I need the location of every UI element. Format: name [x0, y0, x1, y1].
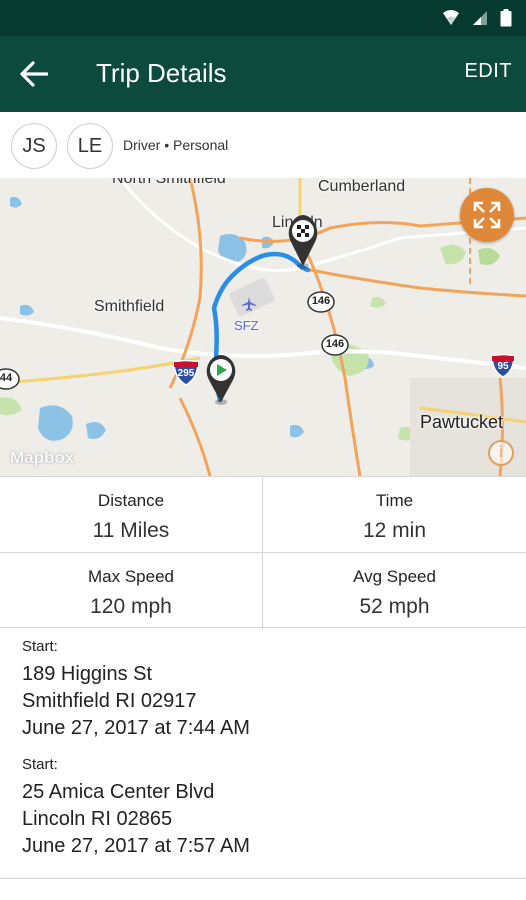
address-street: 189 Higgins St [22, 663, 153, 685]
trip-meta: Driver • Personal [123, 137, 229, 153]
map-label-cumberland: Cumberland [318, 178, 406, 195]
map-label-smithfield: Smithfield [94, 298, 165, 315]
map-label-sfz: SFZ [234, 318, 259, 333]
back-button[interactable] [14, 54, 54, 94]
stat-value: 11 Miles [92, 519, 170, 542]
avatar-le[interactable]: LE [67, 123, 113, 169]
signal-icon [473, 11, 487, 25]
route-44-label: 44 [0, 372, 13, 384]
address-city: Smithfield RI 02917 [22, 690, 197, 712]
stat-label: Max Speed [88, 567, 174, 586]
interstate-295-label: 295 [177, 368, 195, 379]
stat-label: Time [375, 491, 414, 510]
stat-label: Distance [97, 491, 165, 510]
airport-icon [242, 297, 256, 311]
map-info-button[interactable]: i [488, 440, 514, 466]
finish-flag-icon [288, 215, 318, 269]
start-address-block: Start: 189 Higgins St Smithfield RI 0291… [22, 638, 502, 742]
page-title: Trip Details [96, 58, 227, 88]
stat-label: Avg Speed [353, 567, 436, 586]
route-146-label-b: 146 [325, 338, 345, 350]
expand-icon [473, 201, 501, 229]
address-heading: Start: [22, 638, 58, 655]
trip-stats: Distance 11 Miles Time 12 min Max Speed … [0, 476, 526, 629]
trip-addresses: Start: 189 Higgins St Smithfield RI 0291… [22, 638, 502, 874]
edit-button[interactable]: EDIT [464, 60, 512, 83]
stat-distance: Distance 11 Miles [0, 477, 263, 553]
address-street: 25 Amica Center Blvd [22, 781, 215, 803]
map-label-north-smithfield: North Smithfield [112, 178, 226, 187]
trip-map[interactable]: North Smithfield Cumberland Lincoln Smit… [0, 178, 526, 476]
avatar-js[interactable]: JS [11, 123, 57, 169]
address-datetime: June 27, 2017 at 7:57 AM [22, 835, 250, 857]
stat-value: 120 mph [90, 595, 172, 618]
start-play-icon [206, 355, 236, 405]
app-bar: Trip Details EDIT [0, 36, 526, 112]
stat-value: 52 mph [359, 595, 430, 618]
end-address-block: Start: 25 Amica Center Blvd Lincoln RI 0… [22, 756, 502, 860]
stat-value: 12 min [362, 519, 427, 542]
info-icon: i [499, 444, 503, 461]
address-city: Lincoln RI 02865 [22, 808, 173, 830]
battery-icon [500, 9, 512, 27]
map-label-pawtucket: Pawtucket [420, 412, 504, 432]
stat-avg-speed: Avg Speed 52 mph [263, 553, 526, 629]
wifi-icon [443, 10, 459, 25]
address-datetime: June 27, 2017 at 7:44 AM [22, 717, 250, 739]
stat-max-speed: Max Speed 120 mph [0, 553, 263, 629]
stat-time: Time 12 min [263, 477, 526, 553]
interstate-95-label: 95 [497, 361, 509, 372]
status-bar [0, 0, 526, 36]
mapbox-attribution[interactable]: Mapbox [10, 448, 74, 468]
bottom-divider [0, 878, 526, 879]
expand-map-button[interactable] [460, 188, 514, 242]
back-arrow-icon [20, 61, 48, 87]
participants-row: JS LE Driver • Personal [0, 112, 526, 178]
address-heading: Start: [22, 756, 58, 773]
route-146-label-a: 146 [311, 295, 331, 307]
